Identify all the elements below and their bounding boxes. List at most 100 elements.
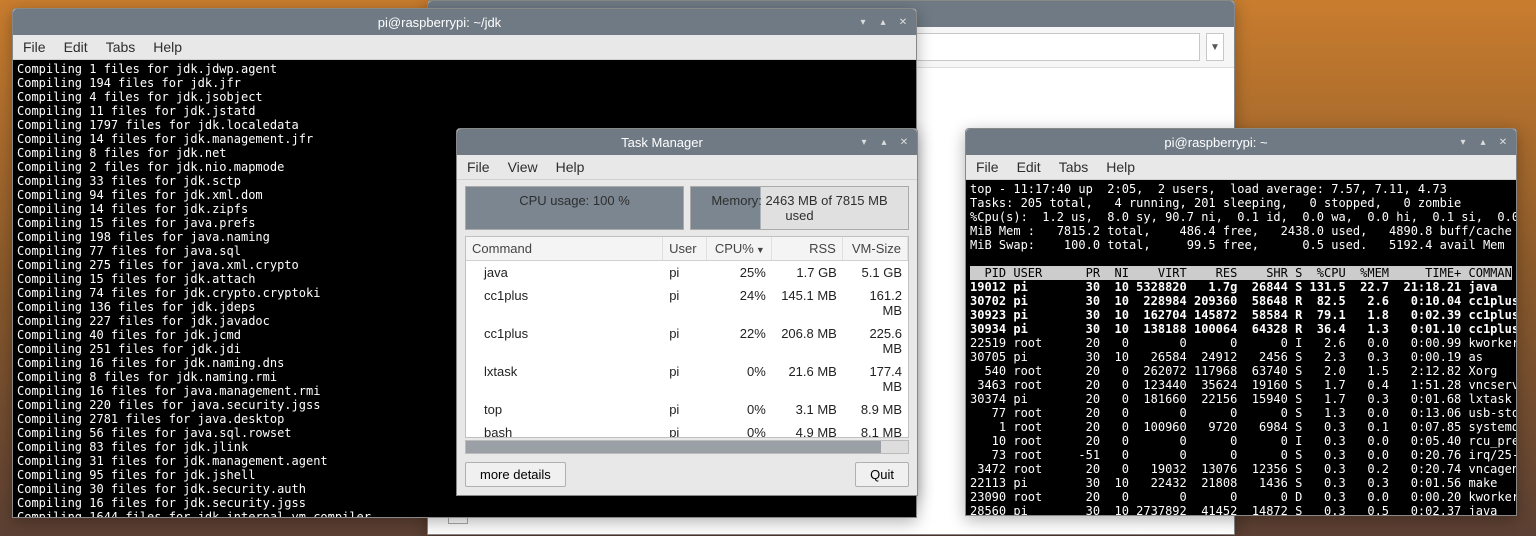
cell-command: top bbox=[466, 398, 663, 421]
cell-user: pi bbox=[663, 421, 706, 437]
terminal-line: Compiling 1644 files for jdk.internal.vm… bbox=[17, 510, 912, 517]
maximize-icon[interactable]: ▴ bbox=[876, 15, 890, 29]
tm-hscrollbar[interactable] bbox=[465, 440, 909, 454]
menu-edit[interactable]: Edit bbox=[64, 39, 88, 55]
quit-button[interactable]: Quit bbox=[855, 462, 909, 487]
menu-tabs[interactable]: Tabs bbox=[106, 39, 136, 55]
cell-rss: 4.9 MB bbox=[772, 421, 843, 437]
menu-file[interactable]: File bbox=[976, 159, 999, 175]
col-command[interactable]: Command bbox=[466, 237, 663, 260]
fm-address-dropdown[interactable]: ▼ bbox=[1206, 33, 1224, 61]
terminal2-titlebar[interactable]: pi@raspberrypi: ~ ▾ ▴ ✕ bbox=[966, 129, 1516, 155]
col-user[interactable]: User bbox=[663, 237, 707, 260]
top-summary-line: Tasks: 205 total, 4 running, 201 sleepin… bbox=[970, 196, 1512, 210]
cell-cpu: 22% bbox=[707, 322, 772, 360]
cell-vm: 225.6 MB bbox=[843, 322, 908, 360]
tm-process-row[interactable]: toppi0%3.1 MB8.9 MB bbox=[466, 398, 908, 421]
terminal-line: Compiling 194 files for jdk.jfr bbox=[17, 76, 912, 90]
tm-menubar: File View Help bbox=[457, 155, 917, 180]
top-process-row: 10 root 20 0 0 0 0 I 0.3 0.0 0:05.40 rcu… bbox=[970, 434, 1512, 448]
tm-process-row[interactable]: lxtaskpi0%21.6 MB177.4 MB bbox=[466, 360, 908, 398]
menu-help[interactable]: Help bbox=[1106, 159, 1135, 175]
cell-vm: 8.1 MB bbox=[843, 421, 908, 437]
menu-tabs[interactable]: Tabs bbox=[1059, 159, 1089, 175]
top-process-row: 3472 root 20 0 19032 13076 12356 S 0.3 0… bbox=[970, 462, 1512, 476]
cell-vm: 177.4 MB bbox=[843, 360, 908, 398]
menu-help[interactable]: Help bbox=[556, 159, 585, 175]
col-vm[interactable]: VM-Size bbox=[843, 237, 908, 260]
cell-command: cc1plus bbox=[466, 284, 663, 322]
terminal1-titlebar[interactable]: pi@raspberrypi: ~/jdk ▾ ▴ ✕ bbox=[13, 9, 916, 35]
top-process-row: 30923 pi 30 10 162704 145872 58584 R 79.… bbox=[970, 308, 1512, 322]
cell-rss: 206.8 MB bbox=[772, 322, 843, 360]
top-process-row: 19012 pi 30 10 5328820 1.7g 26844 S 131.… bbox=[970, 280, 1512, 294]
cell-cpu: 0% bbox=[707, 360, 772, 398]
cell-cpu: 24% bbox=[707, 284, 772, 322]
tm-titlebar[interactable]: Task Manager ▾ ▴ ✕ bbox=[457, 129, 917, 155]
terminal-line: Compiling 16 files for jdk.security.jgss bbox=[17, 496, 912, 510]
menu-view[interactable]: View bbox=[508, 159, 538, 175]
terminal2-title: pi@raspberrypi: ~ bbox=[976, 135, 1456, 150]
col-rss[interactable]: RSS bbox=[772, 237, 843, 260]
top-summary-line: MiB Swap: 100.0 total, 99.5 free, 0.5 us… bbox=[970, 238, 1512, 252]
menu-edit[interactable]: Edit bbox=[1017, 159, 1041, 175]
terminal-line: Compiling 11 files for jdk.jstatd bbox=[17, 104, 912, 118]
top-process-row: 77 root 20 0 0 0 0 S 1.3 0.0 0:13.06 usb… bbox=[970, 406, 1512, 420]
close-icon[interactable]: ✕ bbox=[1496, 135, 1510, 149]
cell-command: lxtask bbox=[466, 360, 663, 398]
cell-user: pi bbox=[663, 284, 706, 322]
maximize-icon[interactable]: ▴ bbox=[1476, 135, 1490, 149]
sort-desc-icon: ▼ bbox=[756, 245, 765, 255]
top-process-row: 22519 root 20 0 0 0 0 I 2.6 0.0 0:00.99 … bbox=[970, 336, 1512, 350]
maximize-icon[interactable]: ▴ bbox=[877, 135, 891, 149]
cell-command: java bbox=[466, 261, 663, 284]
cell-vm: 5.1 GB bbox=[843, 261, 908, 284]
cell-vm: 161.2 MB bbox=[843, 284, 908, 322]
close-icon[interactable]: ✕ bbox=[897, 135, 911, 149]
terminal2-menubar: File Edit Tabs Help bbox=[966, 155, 1516, 180]
top-process-row: 22113 pi 30 10 22432 21808 1436 S 0.3 0.… bbox=[970, 476, 1512, 490]
cell-vm: 8.9 MB bbox=[843, 398, 908, 421]
task-manager-window[interactable]: Task Manager ▾ ▴ ✕ File View Help CPU us… bbox=[456, 128, 918, 496]
minimize-icon[interactable]: ▾ bbox=[857, 135, 871, 149]
tm-process-row[interactable]: bashpi0%4.9 MB8.1 MB bbox=[466, 421, 908, 437]
top-summary-line: %Cpu(s): 1.2 us, 8.0 sy, 90.7 ni, 0.1 id… bbox=[970, 210, 1512, 224]
menu-help[interactable]: Help bbox=[153, 39, 182, 55]
tm-process-row[interactable]: javapi25%1.7 GB5.1 GB bbox=[466, 261, 908, 284]
close-icon[interactable]: ✕ bbox=[896, 15, 910, 29]
terminal1-title: pi@raspberrypi: ~/jdk bbox=[23, 15, 856, 30]
top-process-row: 540 root 20 0 262072 117968 63740 S 2.0 … bbox=[970, 364, 1512, 378]
top-process-row: 30934 pi 30 10 138188 100064 64328 R 36.… bbox=[970, 322, 1512, 336]
terminal-line: Compiling 1 files for jdk.jdwp.agent bbox=[17, 62, 912, 76]
top-process-row: 30705 pi 30 10 26584 24912 2456 S 2.3 0.… bbox=[970, 350, 1512, 364]
menu-file[interactable]: File bbox=[23, 39, 46, 55]
top-summary-line: top - 11:17:40 up 2:05, 2 users, load av… bbox=[970, 182, 1512, 196]
terminal2-window[interactable]: pi@raspberrypi: ~ ▾ ▴ ✕ File Edit Tabs H… bbox=[965, 128, 1517, 516]
cell-user: pi bbox=[663, 360, 706, 398]
more-details-button[interactable]: more details bbox=[465, 462, 566, 487]
scrollbar-thumb[interactable] bbox=[466, 441, 881, 453]
tm-process-row[interactable]: cc1pluspi24%145.1 MB161.2 MB bbox=[466, 284, 908, 322]
top-process-row: 28560 pi 30 10 2737892 41452 14872 S 0.3… bbox=[970, 504, 1512, 515]
tm-process-row[interactable]: cc1pluspi22%206.8 MB225.6 MB bbox=[466, 322, 908, 360]
cell-rss: 145.1 MB bbox=[772, 284, 843, 322]
cell-rss: 21.6 MB bbox=[772, 360, 843, 398]
terminal-line: Compiling 4 files for jdk.jsobject bbox=[17, 90, 912, 104]
top-process-row: 23090 root 20 0 0 0 0 D 0.3 0.0 0:00.20 … bbox=[970, 490, 1512, 504]
tm-title: Task Manager bbox=[467, 135, 857, 150]
terminal1-menubar: File Edit Tabs Help bbox=[13, 35, 916, 60]
cell-cpu: 0% bbox=[707, 398, 772, 421]
menu-file[interactable]: File bbox=[467, 159, 490, 175]
top-process-row: 1 root 20 0 100960 9720 6984 S 0.3 0.1 0… bbox=[970, 420, 1512, 434]
tm-mem-bar: Memory: 2463 MB of 7815 MB used bbox=[690, 186, 909, 230]
top-process-row: 3463 root 20 0 123440 35624 19160 S 1.7 … bbox=[970, 378, 1512, 392]
minimize-icon[interactable]: ▾ bbox=[856, 15, 870, 29]
top-header: PID USER PR NI VIRT RES SHR S %CPU %MEM … bbox=[970, 266, 1512, 280]
terminal2-body[interactable]: top - 11:17:40 up 2:05, 2 users, load av… bbox=[966, 180, 1516, 515]
minimize-icon[interactable]: ▾ bbox=[1456, 135, 1470, 149]
col-cpu[interactable]: CPU%▼ bbox=[707, 237, 772, 260]
cell-rss: 3.1 MB bbox=[772, 398, 843, 421]
top-process-row: 73 root -51 0 0 0 0 S 0.3 0.0 0:20.76 ir… bbox=[970, 448, 1512, 462]
cell-user: pi bbox=[663, 322, 706, 360]
cell-command: cc1plus bbox=[466, 322, 663, 360]
